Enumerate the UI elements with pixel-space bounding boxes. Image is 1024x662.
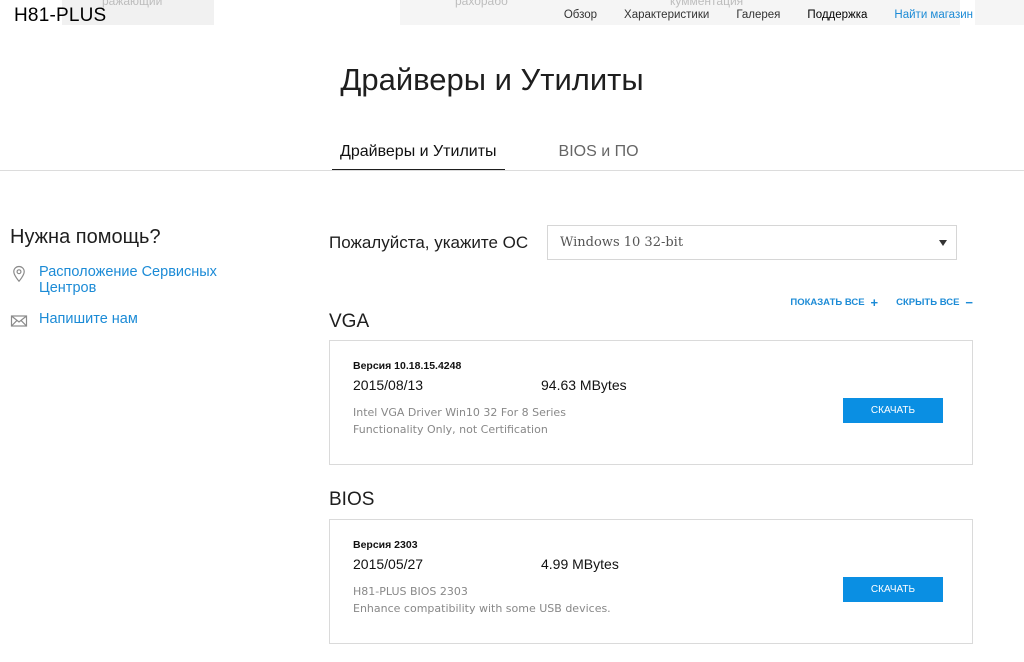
os-selected-value: Windows 10 32-bit	[560, 235, 684, 250]
driver-date: 2015/05/27	[353, 556, 424, 572]
driver-card-vga: Версия 10.18.15.4248 2015/08/13 94.63 MB…	[329, 340, 973, 465]
background-tab-label: ражающий	[102, 0, 163, 8]
driver-size: 4.99 MBytes	[541, 556, 619, 572]
download-button[interactable]: СКАЧАТЬ	[843, 398, 943, 423]
nav-overview[interactable]: Обзор	[564, 9, 597, 21]
nav-gallery[interactable]: Галерея	[736, 9, 780, 21]
download-button[interactable]: СКАЧАТЬ	[843, 577, 943, 602]
hide-all-button[interactable]: СКРЫТЬ ВСЕ −	[896, 295, 973, 310]
contact-us-label[interactable]: Напишите нам	[39, 311, 239, 327]
driver-description-line: Enhance compatibility with some USB devi…	[353, 602, 611, 615]
envelope-icon	[10, 315, 28, 327]
show-all-button[interactable]: ПОКАЗАТЬ ВСЕ +	[790, 295, 878, 310]
section-title-vga: VGA	[329, 311, 370, 332]
hide-all-label: СКРЫТЬ ВСЕ	[896, 297, 960, 308]
help-title: Нужна помощь?	[10, 226, 161, 248]
show-all-label: ПОКАЗАТЬ ВСЕ	[790, 297, 865, 308]
expand-collapse-controls: ПОКАЗАТЬ ВСЕ + СКРЫТЬ ВСЕ −	[772, 295, 973, 310]
minus-icon: −	[965, 295, 973, 310]
plus-icon: +	[870, 295, 879, 310]
background-tab-label: кумментация	[670, 0, 744, 8]
background-tab-label: рахорабо	[455, 0, 508, 8]
page-title: Драйверы и Утилиты	[340, 62, 644, 97]
driver-date: 2015/08/13	[353, 377, 424, 393]
driver-description-line: H81-PLUS BIOS 2303	[353, 585, 468, 598]
top-navigation: Обзор Характеристики Галерея Поддержка Н…	[537, 9, 973, 21]
os-label: Пожалуйста, укажите ОС	[329, 233, 529, 252]
location-pin-icon	[13, 265, 25, 283]
service-centers-link[interactable]: Расположение Сервисных Центров	[10, 264, 239, 296]
driver-version: Версия 2303	[353, 539, 418, 551]
tabs-divider	[0, 170, 1024, 171]
driver-description: H81-PLUS BIOS 2303 Enhance compatibility…	[353, 583, 611, 617]
tab-drivers-utilities[interactable]: Драйверы и Утилиты	[332, 141, 505, 171]
driver-description-line: Intel VGA Driver Win10 32 For 8 Series	[353, 406, 566, 419]
section-title-bios: BIOS	[329, 489, 375, 510]
driver-version: Версия 10.18.15.4248	[353, 360, 462, 372]
os-select[interactable]: Windows 10 32-bit	[547, 225, 957, 260]
tab-bios-software[interactable]: BIOS и ПО	[551, 141, 647, 171]
service-centers-label[interactable]: Расположение Сервисных Центров	[39, 264, 239, 296]
nav-specifications[interactable]: Характеристики	[624, 9, 709, 21]
product-name: H81-PLUS	[14, 5, 107, 26]
nav-find-store[interactable]: Найти магазин	[894, 9, 973, 21]
driver-card-bios: Версия 2303 2015/05/27 4.99 MBytes H81-P…	[329, 519, 973, 644]
background-tab	[975, 0, 1024, 25]
driver-description: Intel VGA Driver Win10 32 For 8 Series F…	[353, 404, 566, 438]
content-tabs: Драйверы и Утилиты BIOS и ПО	[332, 141, 693, 171]
contact-us-link[interactable]: Напишите нам	[10, 311, 239, 330]
caret-down-icon	[939, 240, 947, 246]
driver-size: 94.63 MBytes	[541, 377, 627, 393]
driver-description-line: Functionality Only, not Certification	[353, 423, 548, 436]
nav-support[interactable]: Поддержка	[807, 9, 867, 21]
